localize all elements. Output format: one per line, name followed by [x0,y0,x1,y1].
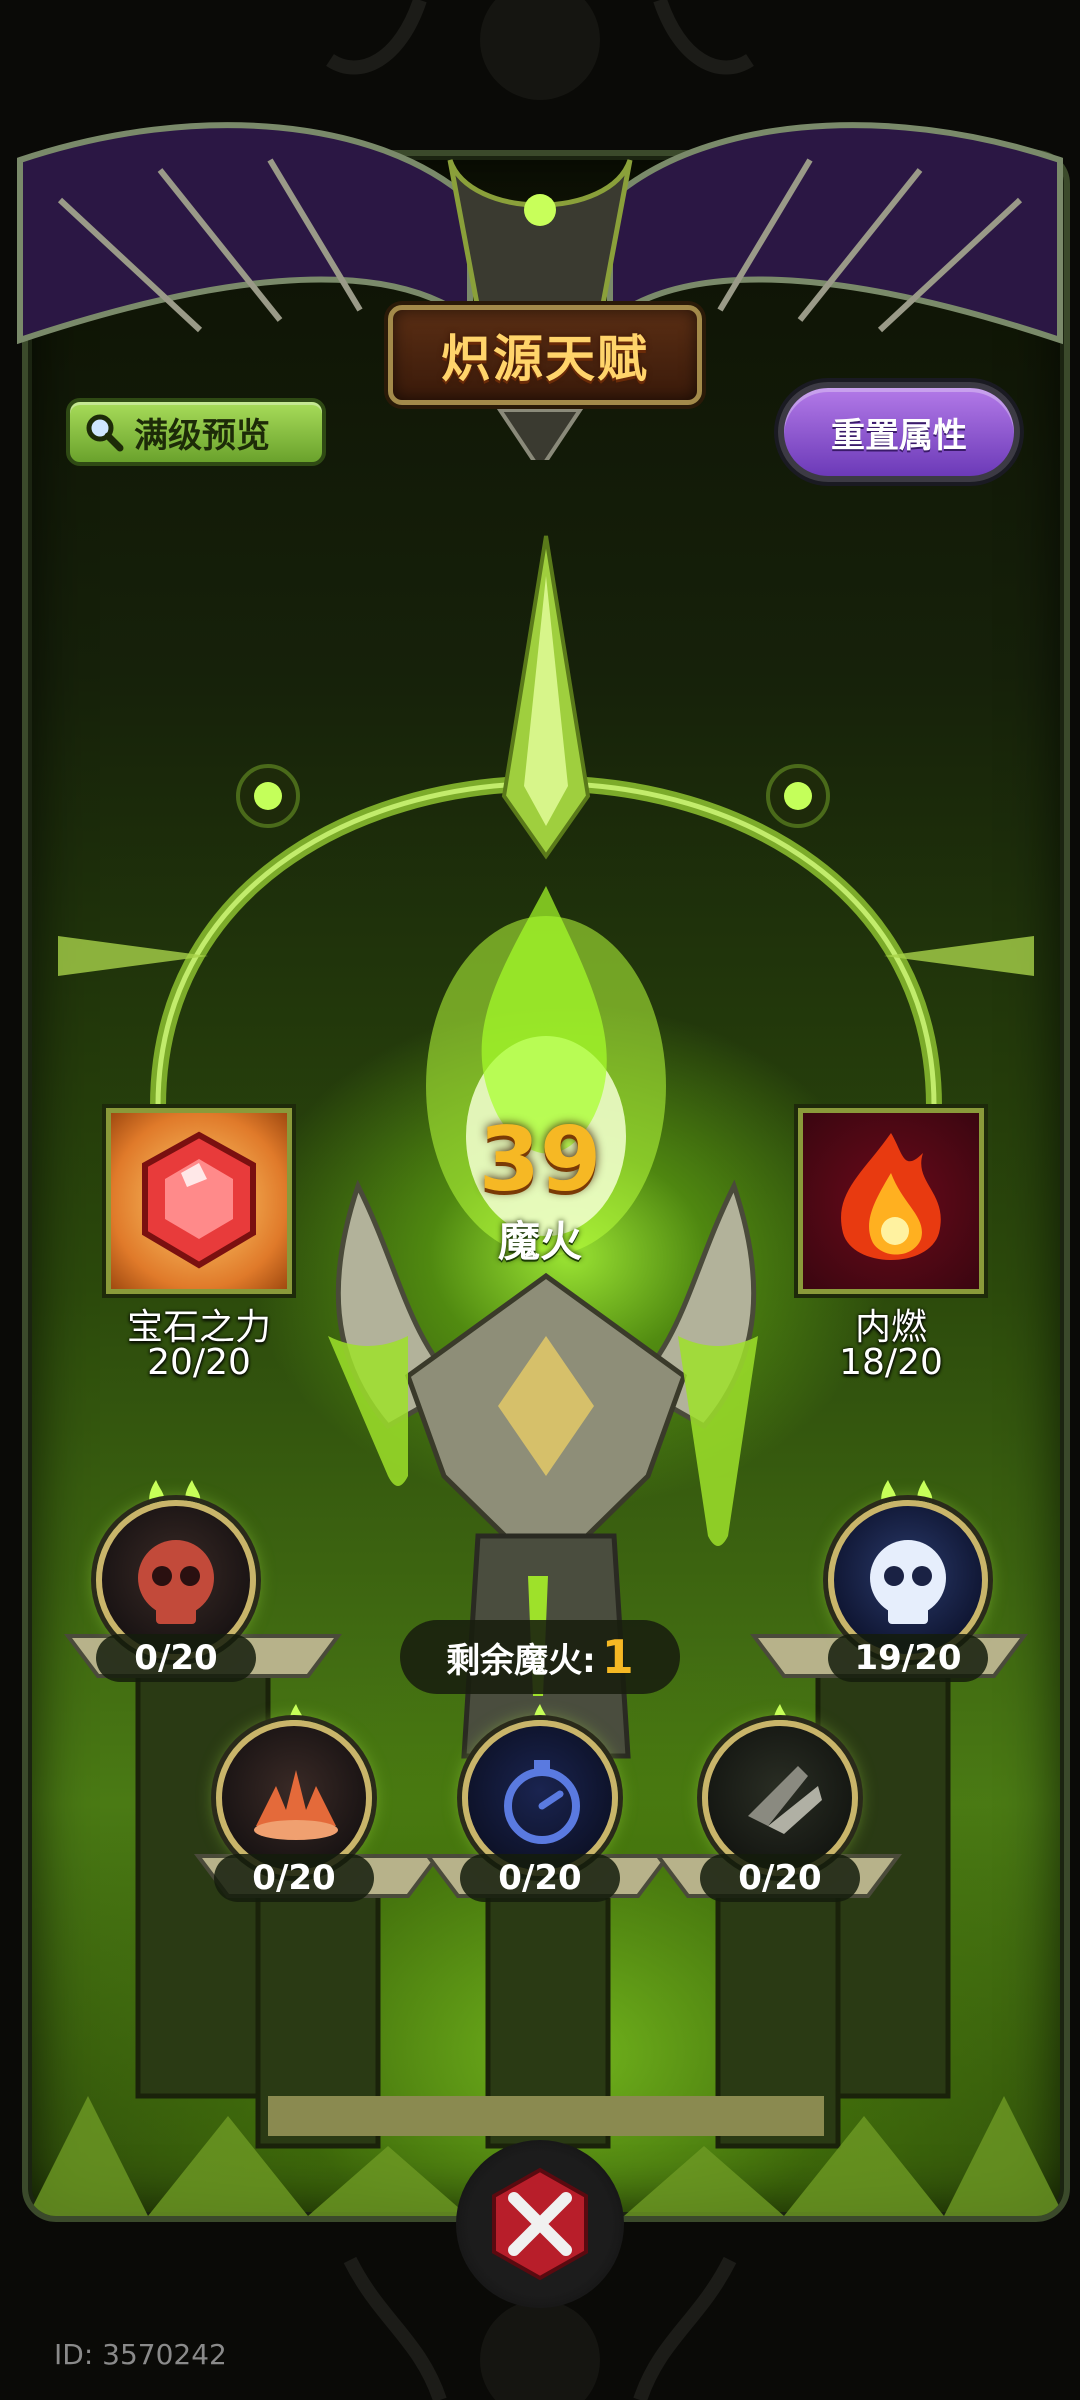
node-wind-slash-count: 0/20 [700,1854,860,1902]
wind-slash-icon [748,1766,822,1834]
title-plate: 炽源天赋 [388,305,702,405]
player-id: ID: 3570242 [54,2338,227,2371]
page-title: 炽源天赋 [441,330,649,388]
node-red-skull-count: 0/20 [96,1634,256,1682]
stopwatch-icon [504,1760,580,1844]
skill-internal-combustion[interactable] [798,1108,984,1294]
magnifier-icon [86,414,124,452]
red-gem-icon [142,1131,256,1269]
skill-internal-combustion-level: 18/20 [839,1342,943,1383]
node-spike-burst-count: 0/20 [214,1854,374,1902]
node-stopwatch-count: 0/20 [460,1854,620,1902]
remaining-fire-label: 剩余魔火: [446,1640,596,1681]
close-icon [492,2167,588,2281]
node-stopwatch[interactable] [462,1720,618,1876]
reset-attributes-button[interactable]: 重置属性 [778,382,1020,482]
node-spike-burst[interactable] [216,1720,372,1876]
reset-label: 重置属性 [831,415,967,456]
preview-label: 满级预览 [134,415,270,456]
remaining-fire-value: 1 [601,1630,634,1684]
spike-burst-icon [254,1770,338,1840]
blue-skull-icon [870,1540,946,1624]
skill-gem-power[interactable] [106,1108,292,1294]
remaining-fire-bar: 剩余魔火: 1 [400,1620,680,1694]
max-level-preview-button[interactable]: 满级预览 [66,398,326,466]
node-blue-skull-count: 19/20 [828,1634,988,1682]
node-wind-slash[interactable] [702,1720,858,1876]
red-skull-icon [138,1540,214,1624]
skill-gem-power-level: 20/20 [147,1342,251,1383]
fireball-icon [841,1133,941,1260]
magic-fire-count: 39 [478,1108,602,1211]
close-button[interactable] [456,2140,624,2308]
magic-fire-label: 魔火 [497,1217,582,1266]
